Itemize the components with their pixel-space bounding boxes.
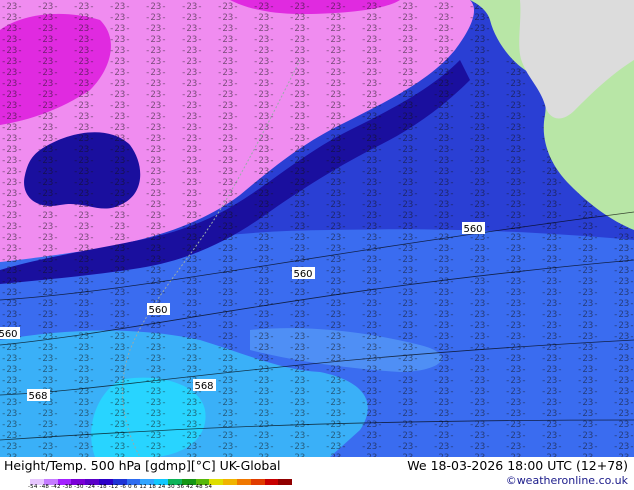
contour-label: 560	[148, 305, 167, 316]
weather-map: -23- -32-	[0, 0, 634, 458]
credit-link[interactable]: ©weatheronline.co.uk	[506, 474, 628, 487]
color-scale-ticks: -54 -48 -42 -38 -30 -24 -18 -12 -6 0 6 1…	[28, 484, 213, 490]
map-footer: Height/Temp. 500 hPa [gdmp][°C] UK-Globa…	[0, 457, 634, 490]
map-title: Height/Temp. 500 hPa [gdmp][°C] UK-Globa…	[4, 458, 281, 473]
map-canvas: -23- -32-	[0, 0, 634, 458]
contour-label: 560	[463, 224, 482, 235]
valid-time: We 18-03-2026 18:00 UTC (12+78)	[407, 458, 628, 473]
contour-label: 560	[0, 329, 18, 340]
contour-label: 560	[293, 269, 312, 280]
contour-label: 568	[194, 381, 213, 392]
contour-label: 568	[28, 391, 47, 402]
